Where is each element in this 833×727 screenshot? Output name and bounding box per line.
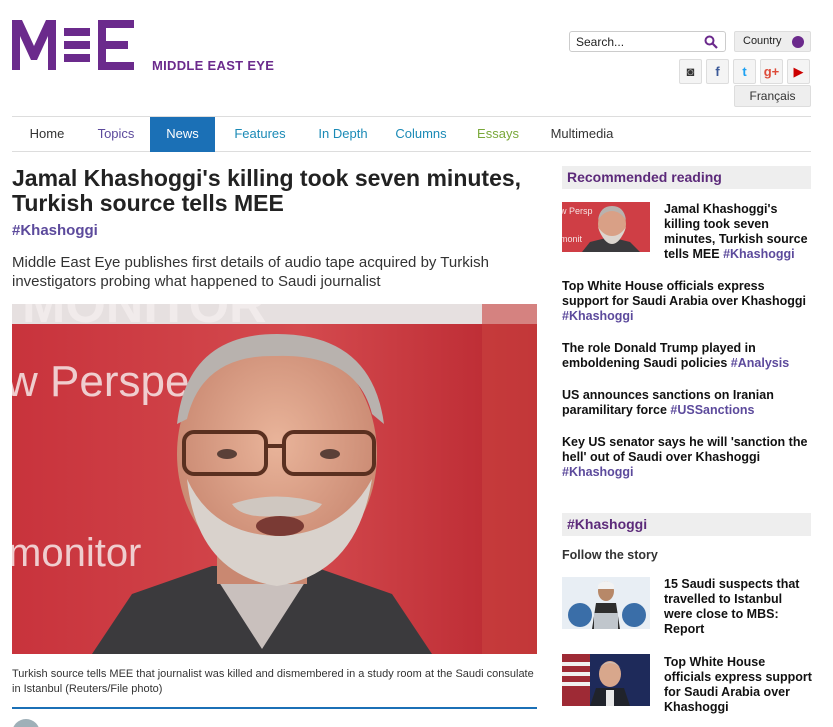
nav-columns[interactable]: Columns — [386, 117, 456, 152]
google-plus-icon[interactable]: g+ — [760, 59, 783, 84]
recommended-thumbnail[interactable]: w Persp monit — [562, 202, 650, 252]
recommended-tag[interactable]: #USSanctions — [670, 403, 754, 417]
nav-topics[interactable]: Topics — [82, 117, 150, 152]
search-input[interactable] — [570, 32, 698, 51]
nav-in-depth[interactable]: In Depth — [302, 117, 384, 152]
topic-heading[interactable]: #Khashoggi — [562, 513, 811, 536]
recommended-title[interactable]: Key US senator says he will 'sanction th… — [562, 435, 807, 464]
nav-news[interactable]: News — [150, 117, 215, 152]
article-hero-image: MONITOR w Perspec monitor — [12, 304, 537, 654]
mee-logo[interactable] — [12, 20, 142, 74]
nav-home[interactable]: Home — [12, 117, 82, 152]
main-nav: Home Topics News Features In Depth Colum… — [12, 116, 811, 152]
image-caption: Turkish source tells MEE that journalist… — [12, 668, 534, 695]
recommended-title[interactable]: The role Donald Trump played in embolden… — [562, 341, 756, 370]
article-headline: Jamal Khashoggi's killing took seven min… — [12, 165, 522, 216]
instagram-icon[interactable]: ◙ — [679, 59, 702, 84]
recommended-reading-heading: Recommended reading — [562, 166, 811, 189]
banner-text-top: MONITOR — [22, 304, 267, 334]
recommended-item[interactable]: The role Donald Trump played in embolden… — [562, 341, 802, 371]
recommended-item[interactable]: Key US senator says he will 'sanction th… — [562, 435, 814, 480]
recommended-tag[interactable]: #Khashoggi — [562, 465, 634, 479]
nav-essays[interactable]: Essays — [468, 117, 528, 152]
site-name[interactable]: MIDDLE EAST EYE — [152, 58, 274, 73]
story-item[interactable]: Top White House officials express suppor… — [664, 655, 814, 715]
recommended-tag[interactable]: #Analysis — [731, 356, 789, 370]
divider — [12, 707, 537, 709]
svg-text:monit: monit — [562, 234, 583, 244]
country-label: Country — [743, 35, 782, 47]
search-icon[interactable] — [704, 35, 718, 49]
nav-features[interactable]: Features — [220, 117, 300, 152]
nav-multimedia[interactable]: Multimedia — [542, 117, 622, 152]
recommended-item[interactable]: US announces sanctions on Iranian parami… — [562, 388, 792, 418]
country-selector[interactable]: Country — [734, 31, 811, 52]
language-francais-button[interactable]: Français — [734, 85, 811, 107]
banner-text-bottom: monitor — [12, 531, 141, 575]
youtube-icon[interactable]: ▶ — [787, 59, 810, 84]
story-item[interactable]: 15 Saudi suspects that travelled to Ista… — [664, 577, 814, 637]
recommended-item[interactable]: Top White House officials express suppor… — [562, 279, 812, 324]
recommended-title[interactable]: Top White House officials express suppor… — [562, 279, 806, 308]
facebook-icon[interactable]: f — [706, 59, 729, 84]
story-thumbnail[interactable] — [562, 577, 650, 629]
article-tag[interactable]: #Khashoggi — [12, 222, 98, 239]
twitter-icon[interactable]: t — [733, 59, 756, 84]
recommended-tag[interactable]: #Khashoggi — [723, 247, 795, 261]
article-standfirst: Middle East Eye publishes first details … — [12, 254, 489, 290]
banner-text-middle: w Perspec — [12, 357, 211, 406]
recommended-item[interactable]: Jamal Khashoggi's killing took seven min… — [664, 202, 814, 262]
search-box[interactable] — [569, 31, 726, 52]
recommended-tag[interactable]: #Khashoggi — [562, 309, 634, 323]
svg-text:w Persp: w Persp — [562, 206, 593, 216]
follow-the-story-label: Follow the story — [562, 548, 658, 562]
globe-icon — [792, 36, 804, 48]
avatar — [12, 719, 40, 727]
story-thumbnail[interactable] — [562, 654, 650, 706]
